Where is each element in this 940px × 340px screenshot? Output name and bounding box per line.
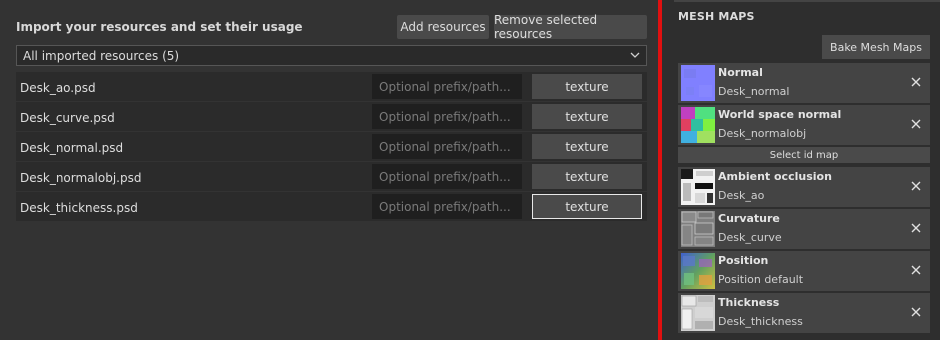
import-resources-panel: Import your resources and set their usag… (0, 0, 658, 340)
resource-filter-dropdown[interactable]: All imported resources (5) (16, 45, 647, 66)
close-icon[interactable] (910, 76, 922, 88)
close-icon[interactable] (910, 118, 922, 130)
mesh-map-value: Desk_curve (718, 231, 782, 244)
close-icon[interactable] (910, 180, 922, 192)
normal-map-thumbnail (681, 65, 715, 101)
usage-button[interactable]: texture (532, 134, 642, 159)
resource-row[interactable]: Desk_normalobj.psd Optional prefix/path.… (16, 162, 647, 192)
world-space-normal-thumbnail (681, 107, 715, 143)
mesh-maps-title: MESH MAPS (678, 10, 755, 23)
mesh-map-name: Ambient occlusion (718, 170, 832, 183)
remove-selected-resources-button[interactable]: Remove selected resources (494, 13, 647, 41)
thickness-thumbnail (681, 295, 715, 331)
resource-filename: Desk_thickness.psd (20, 201, 138, 215)
mesh-map-value: Desk_thickness (718, 315, 803, 328)
mesh-map-slot-ambient-occlusion[interactable]: Ambient occlusion Desk_ao (678, 167, 930, 207)
import-title: Import your resources and set their usag… (16, 20, 303, 34)
usage-button[interactable]: texture (532, 164, 642, 189)
position-thumbnail (681, 253, 715, 289)
panel-top-border (674, 0, 940, 2)
close-icon[interactable] (910, 264, 922, 276)
mesh-map-name: Curvature (718, 212, 780, 225)
mesh-map-slot-thickness[interactable]: Thickness Desk_thickness (678, 293, 930, 333)
prefix-input[interactable]: Optional prefix/path... (372, 104, 522, 129)
mesh-map-slot-world-space-normal[interactable]: World space normal Desk_normalobj (678, 105, 930, 145)
prefix-input[interactable]: Optional prefix/path... (372, 74, 522, 99)
select-id-map-button[interactable]: Select id map (678, 147, 930, 163)
mesh-map-name: Normal (718, 66, 763, 79)
mesh-map-value: Desk_normalobj (718, 127, 807, 140)
chevron-down-icon (630, 52, 640, 58)
resource-filename: Desk_normalobj.psd (20, 171, 142, 185)
add-resources-button[interactable]: Add resources (397, 15, 489, 39)
resource-row[interactable]: Desk_curve.psd Optional prefix/path... t… (16, 102, 647, 132)
mesh-map-name: Position (718, 254, 769, 267)
mesh-map-name: World space normal (718, 108, 842, 121)
usage-button[interactable]: texture (532, 194, 642, 219)
resource-filter-value: All imported resources (5) (23, 48, 180, 63)
resource-row[interactable]: Desk_ao.psd Optional prefix/path... text… (16, 72, 647, 102)
resource-row[interactable]: Desk_thickness.psd Optional prefix/path.… (16, 192, 647, 222)
curvature-thumbnail (681, 211, 715, 247)
resource-list: Desk_ao.psd Optional prefix/path... text… (16, 72, 647, 222)
resource-filename: Desk_curve.psd (20, 111, 115, 125)
close-icon[interactable] (910, 306, 922, 318)
mesh-maps-panel: MESH MAPS Bake Mesh Maps Normal Desk_nor… (662, 0, 940, 340)
ambient-occlusion-thumbnail (681, 169, 715, 205)
prefix-input[interactable]: Optional prefix/path... (372, 164, 522, 189)
resource-filename: Desk_ao.psd (20, 81, 96, 95)
resource-filename: Desk_normal.psd (20, 141, 124, 155)
mesh-map-value: Desk_normal (718, 85, 790, 98)
prefix-input[interactable]: Optional prefix/path... (372, 194, 522, 219)
close-icon[interactable] (910, 222, 922, 234)
mesh-map-value: Desk_ao (718, 189, 765, 202)
usage-button[interactable]: texture (532, 104, 642, 129)
mesh-map-value: Position default (718, 273, 804, 286)
bake-mesh-maps-button[interactable]: Bake Mesh Maps (822, 35, 930, 59)
mesh-map-slot-normal[interactable]: Normal Desk_normal (678, 63, 930, 103)
resource-row[interactable]: Desk_normal.psd Optional prefix/path... … (16, 132, 647, 162)
prefix-input[interactable]: Optional prefix/path... (372, 134, 522, 159)
mesh-map-slot-curvature[interactable]: Curvature Desk_curve (678, 209, 930, 249)
usage-button[interactable]: texture (532, 74, 642, 99)
mesh-map-name: Thickness (718, 296, 780, 309)
mesh-map-slot-position[interactable]: Position Position default (678, 251, 930, 291)
